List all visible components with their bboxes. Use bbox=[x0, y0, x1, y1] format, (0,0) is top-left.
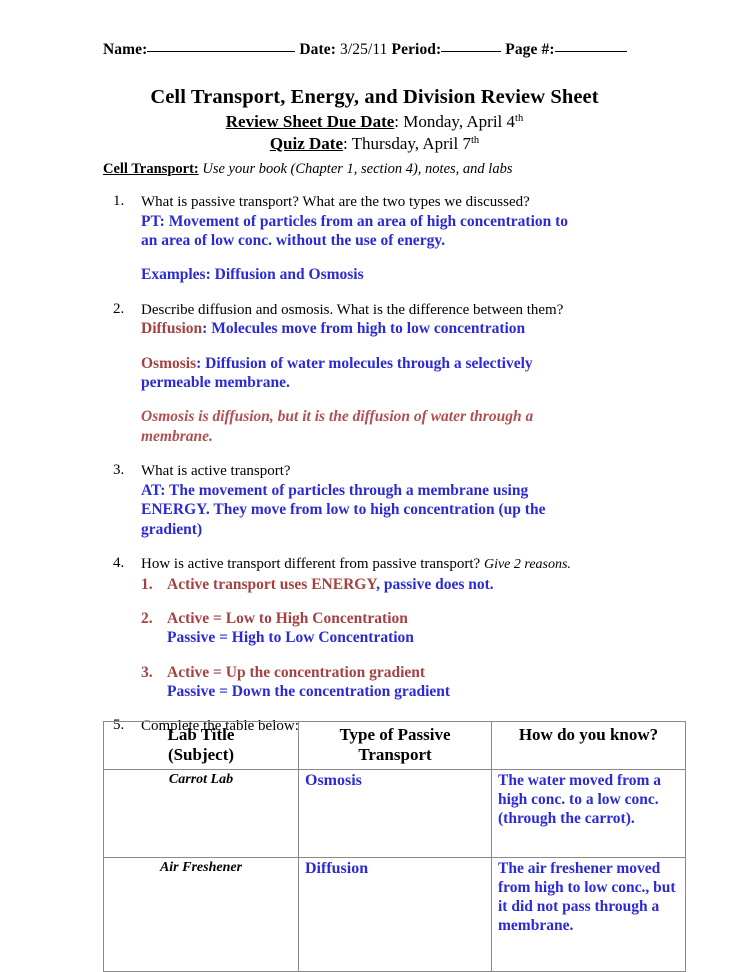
reason-1: 1. Active transport uses ENERGY, passive… bbox=[141, 575, 663, 594]
question-3-answer-line-3: gradient) bbox=[141, 520, 203, 538]
due-date-ordinal: th bbox=[515, 112, 524, 124]
table-header-row: Lab Title (Subject) Type of Passive Tran… bbox=[103, 720, 686, 771]
question-2-answer-diffusion: Diffusion: Molecules move from high to l… bbox=[141, 319, 663, 338]
reason-2-red-text: Active = Low to High Concentration bbox=[167, 609, 408, 627]
question-1: 1. What is passive transport? What are t… bbox=[103, 193, 663, 285]
table-header-lab-title: Lab Title (Subject) bbox=[103, 720, 299, 771]
row-2-lab-title: Air Freshener bbox=[103, 857, 299, 972]
question-1-prompt: What is passive transport? What are the … bbox=[141, 194, 530, 210]
question-1-answer-line-1: PT: Movement of particles from an area o… bbox=[141, 212, 569, 230]
table-header-type: Type of Passive Transport bbox=[298, 720, 492, 771]
osmosis-label: Osmosis bbox=[141, 354, 197, 372]
row-2-transport-type: Diffusion bbox=[298, 857, 492, 972]
reason-2-blue-text: Passive = High to Low Concentration bbox=[167, 629, 414, 647]
question-2-italic-note: Osmosis is diffusion, but it is the diff… bbox=[141, 407, 663, 446]
document-title: Cell Transport, Energy, and Division Rev… bbox=[150, 86, 599, 108]
lab-table-wrapper: Lab Title (Subject) Type of Passive Tran… bbox=[103, 720, 686, 972]
diffusion-label: Diffusion bbox=[141, 320, 203, 338]
osmosis-definition-line-2: permeable membrane. bbox=[141, 374, 290, 392]
table-header-how-line-1: How do you know? bbox=[518, 725, 659, 744]
question-3-answer: AT: The movement of particles through a … bbox=[141, 481, 663, 539]
row-1-transport-type: Osmosis bbox=[298, 769, 492, 859]
row-1-how-do-you-know: The water moved from a high conc. to a l… bbox=[491, 769, 686, 859]
section-label: Cell Transport: bbox=[103, 161, 199, 177]
question-2-number: 2. bbox=[113, 300, 125, 317]
title-block: Cell Transport, Energy, and Division Rev… bbox=[0, 86, 749, 155]
reason-3-red-text: Active = Up the concentration gradient bbox=[167, 663, 426, 681]
section-heading: Cell Transport: Use your book (Chapter 1… bbox=[103, 161, 512, 178]
reason-1-red-text: Active transport uses ENERGY bbox=[167, 575, 377, 593]
row-1-lab-title: Carrot Lab bbox=[103, 769, 299, 859]
due-date-value: : Monday, April 4 bbox=[394, 111, 516, 131]
question-list: 1. What is passive transport? What are t… bbox=[103, 193, 663, 747]
due-date-line: Review Sheet Due Date: Monday, April 4th bbox=[0, 111, 749, 133]
table-header-type-line-1: Type of Passive bbox=[339, 725, 451, 744]
reason-1-number: 1. bbox=[141, 575, 153, 593]
question-4-number: 4. bbox=[113, 554, 125, 571]
date-value: 3/25/11 bbox=[340, 41, 388, 58]
document-page: Name: Date: 3/25/11 Period: Page #: Cell… bbox=[0, 0, 749, 972]
question-3-prompt: What is active transport? bbox=[141, 463, 291, 480]
question-3: 3. What is active transport? AT: The mov… bbox=[103, 462, 663, 539]
quiz-date-ordinal: th bbox=[470, 135, 480, 147]
question-4-prompt-italic: Give 2 reasons. bbox=[483, 556, 571, 572]
table-header-lab-title-line-2: (Subject) bbox=[167, 745, 235, 765]
period-label: Period: bbox=[391, 41, 442, 58]
question-4: 4. How is active transport different fro… bbox=[103, 555, 663, 701]
table-header-type-line-2: Transport bbox=[358, 745, 432, 765]
reason-2: 2. Active = Low to High Concentration Pa… bbox=[141, 609, 663, 648]
table-row: Carrot Lab Osmosis The water moved from … bbox=[103, 769, 686, 859]
quiz-date-label: Quiz Date bbox=[269, 134, 343, 154]
question-3-answer-line-1: AT: The movement of particles through a … bbox=[141, 481, 529, 499]
question-2-prompt: Describe diffusion and osmosis. What is … bbox=[141, 301, 564, 318]
question-1-number: 1. bbox=[113, 193, 125, 209]
lab-table: Lab Title (Subject) Type of Passive Tran… bbox=[103, 720, 686, 972]
reason-3-blue-text: Passive = Down the concentration gradien… bbox=[167, 683, 451, 700]
reason-3-number: 3. bbox=[141, 663, 153, 681]
question-1-answer-line-2: an area of low conc. without the use of … bbox=[141, 231, 446, 249]
due-date-label: Review Sheet Due Date bbox=[225, 111, 395, 131]
question-4-prompt-text: How is active transport different from p… bbox=[141, 555, 481, 572]
quiz-date-line: Quiz Date: Thursday, April 7th bbox=[0, 133, 749, 155]
question-2-italic-line-2: membrane. bbox=[141, 427, 213, 445]
question-1-answer: PT: Movement of particles from an area o… bbox=[141, 212, 663, 251]
name-blank-rule bbox=[147, 51, 296, 52]
question-3-number: 3. bbox=[113, 462, 125, 479]
quiz-date-value: : Thursday, April 7 bbox=[343, 134, 471, 154]
page-header-line: Name: Date: 3/25/11 Period: Page #: bbox=[103, 41, 649, 59]
page-blank-rule bbox=[554, 51, 627, 52]
question-2: 2. Describe diffusion and osmosis. What … bbox=[103, 301, 663, 446]
question-4-prompt: How is active transport different from p… bbox=[141, 555, 663, 574]
section-note: Use your book (Chapter 1, section 4), no… bbox=[198, 161, 513, 177]
question-2-italic-line-1: Osmosis is diffusion, but it is the diff… bbox=[141, 408, 534, 426]
period-blank-rule bbox=[441, 51, 502, 52]
question-1-examples: Examples: Diffusion and Osmosis bbox=[141, 266, 364, 284]
table-header-lab-title-line-1: Lab Title bbox=[167, 725, 235, 744]
osmosis-definition-line-1: : Diffusion of water molecules through a… bbox=[196, 354, 533, 372]
name-label: Name: bbox=[103, 41, 148, 58]
table-row: Air Freshener Diffusion The air freshene… bbox=[103, 857, 686, 972]
diffusion-definition: : Molecules move from high to low concen… bbox=[202, 320, 526, 338]
page-number-label: Page #: bbox=[505, 41, 555, 58]
reason-3: 3. Active = Up the concentration gradien… bbox=[141, 663, 663, 702]
row-2-how-do-you-know: The air freshener moved from high to low… bbox=[491, 857, 686, 972]
reason-2-number: 2. bbox=[141, 609, 153, 627]
table-header-how: How do you know? bbox=[491, 720, 686, 771]
date-label: Date: bbox=[299, 41, 337, 58]
reason-1-blue-text: , passive does not. bbox=[376, 575, 494, 593]
question-3-answer-line-2: ENERGY. They move from low to high conce… bbox=[141, 501, 546, 519]
question-2-answer-osmosis: Osmosis: Diffusion of water molecules th… bbox=[141, 354, 663, 393]
